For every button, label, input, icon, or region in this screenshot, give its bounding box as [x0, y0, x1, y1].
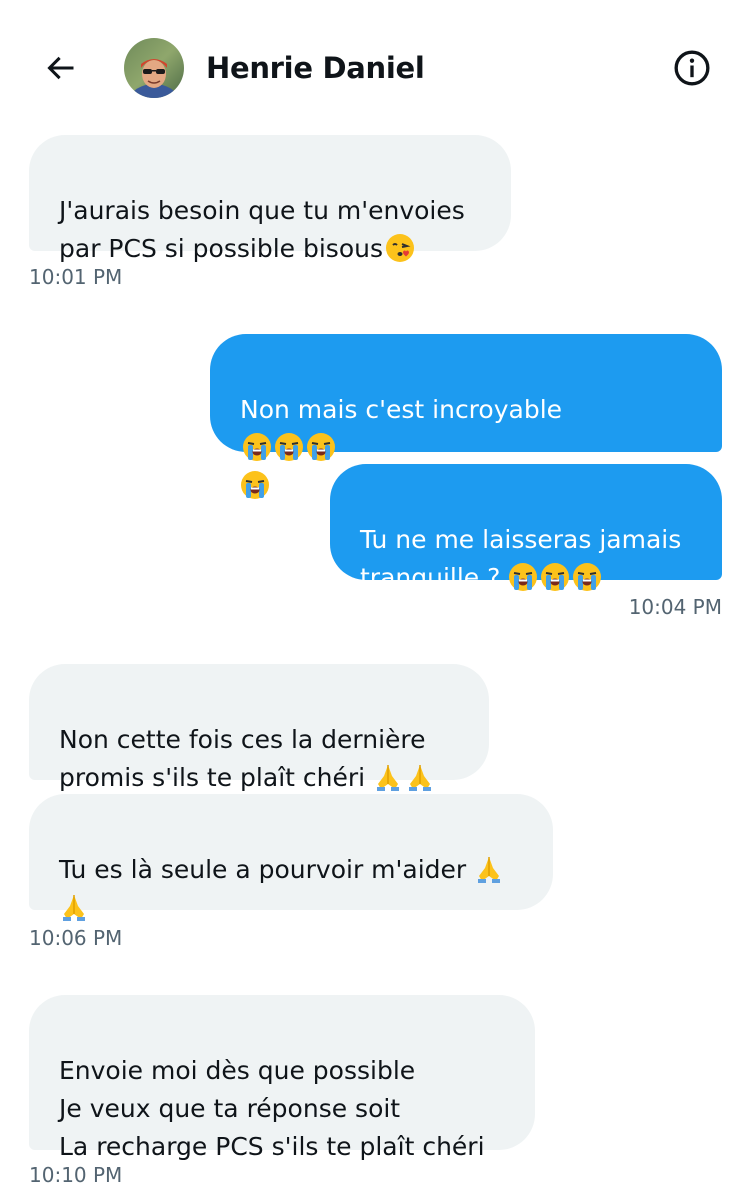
loudly-crying-emoji-icon: [242, 432, 272, 462]
message-timestamp: 10:06 PM: [29, 926, 123, 950]
message-bubble-outgoing[interactable]: Non mais c'est incroyable: [210, 334, 722, 499]
info-button[interactable]: [672, 48, 712, 88]
message-timestamp: 10:10 PM: [29, 1163, 123, 1187]
message-bubble-outgoing[interactable]: Tu ne me laisseras jamais tranquille ?: [330, 464, 722, 592]
message-timestamp: 10:04 PM: [628, 595, 722, 619]
message-bubble-incoming[interactable]: Non cette fois ces la dernière promis s'…: [29, 664, 489, 792]
message-text: Tu es là seule a pourvoir m'aider: [59, 855, 467, 884]
message-bubble-incoming[interactable]: Tu es là seule a pourvoir m'aider: [29, 794, 553, 921]
folded-hands-emoji-icon: [405, 762, 435, 792]
loudly-crying-emoji-icon: [508, 562, 538, 592]
message-bubble-incoming[interactable]: J'aurais besoin que tu m'envoies par PCS…: [29, 135, 511, 263]
message-bubble-incoming[interactable]: Envoie moi dès que possible Je veux que …: [29, 995, 535, 1161]
message-text: Envoie moi dès que possible Je veux que …: [59, 1056, 485, 1161]
loudly-crying-emoji-icon: [240, 470, 270, 500]
back-button[interactable]: [40, 48, 80, 88]
avatar[interactable]: [124, 38, 184, 98]
message-text: Non cette fois ces la dernière promis s'…: [59, 725, 426, 792]
avatar-image: [124, 38, 184, 98]
loudly-crying-emoji-icon: [540, 562, 570, 592]
message-timestamp: 10:01 PM: [29, 265, 123, 289]
arrow-left-icon: [47, 56, 74, 80]
info-circle-icon: [674, 50, 710, 86]
contact-name[interactable]: Henrie Daniel: [206, 48, 425, 88]
loudly-crying-emoji-icon: [274, 432, 304, 462]
loudly-crying-emoji-icon: [306, 432, 336, 462]
conversation-header: Henrie Daniel: [0, 0, 753, 120]
message-text: Non mais c'est incroyable: [240, 395, 563, 424]
loudly-crying-emoji-icon: [572, 562, 602, 592]
folded-hands-emoji-icon: [373, 762, 403, 792]
kissing-heart-emoji-icon: [385, 233, 415, 263]
folded-hands-emoji-icon: [59, 892, 89, 922]
folded-hands-emoji-icon: [474, 854, 504, 884]
